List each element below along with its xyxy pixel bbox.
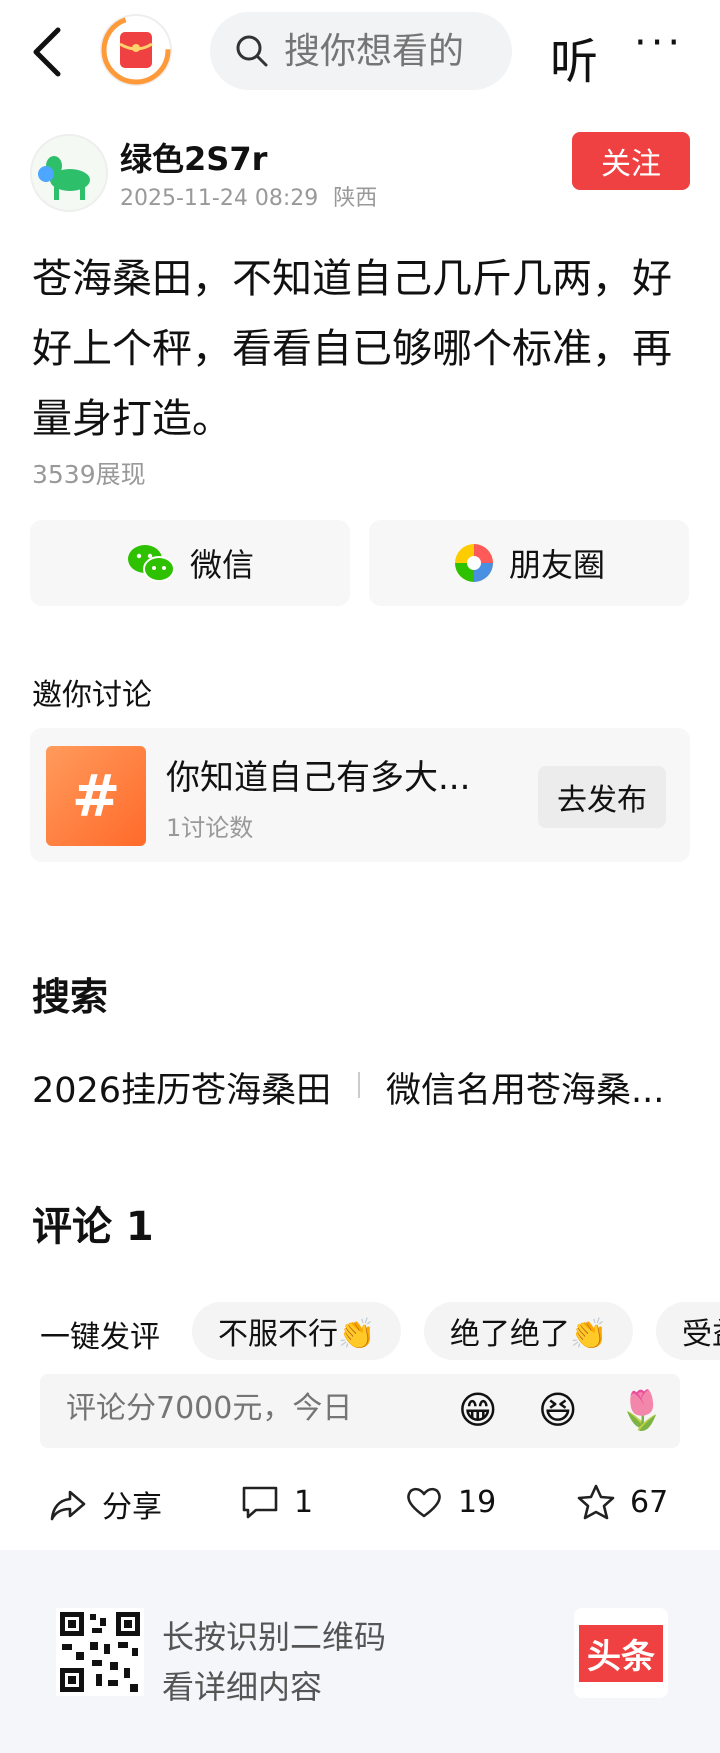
quick-comment-label: 一键发评	[40, 1320, 160, 1355]
comment-input[interactable]	[64, 1390, 388, 1427]
footer-line-1: 长按识别二维码	[162, 1618, 387, 1656]
divider	[358, 1072, 360, 1098]
search-input[interactable]	[282, 29, 486, 73]
post-meta: 2025-11-24 08:29 陕西	[120, 180, 377, 212]
horse-avatar-icon	[32, 136, 106, 210]
flower-emoji-button[interactable]: 🌷	[618, 1388, 665, 1433]
heart-icon	[407, 1487, 441, 1518]
listen-button[interactable]: 听	[550, 22, 598, 92]
topic-title: 你知道自己有多大...	[166, 758, 471, 798]
back-button[interactable]	[28, 22, 68, 82]
share-moments-button[interactable]: 朋友圈	[369, 520, 689, 606]
footer-line-2: 看详细内容	[162, 1668, 323, 1706]
quick-comment-row: 一键发评 不服不行👏 绝了绝了👏 受益	[0, 1302, 720, 1364]
search-icon	[236, 35, 268, 67]
discussion-section-label: 邀你讨论	[32, 678, 152, 713]
search-box[interactable]	[210, 12, 512, 90]
quick-comment-chip[interactable]: 绝了绝了👏	[424, 1302, 634, 1360]
qr-code-icon	[56, 1608, 144, 1696]
wechat-icon	[127, 545, 175, 582]
post-timestamp: 2025-11-24 08:29	[120, 186, 319, 211]
share-action-label: 分享	[102, 1490, 162, 1525]
chevron-left-icon	[33, 27, 61, 77]
star-icon	[577, 1484, 615, 1520]
laugh-emoji-button[interactable]: 😆	[538, 1388, 578, 1432]
quick-comment-chip[interactable]: 受益	[656, 1302, 720, 1360]
favorite-count: 67	[630, 1484, 669, 1520]
search-section-title: 搜索	[32, 975, 109, 1019]
comment-action-button[interactable]: 1	[240, 1482, 313, 1522]
comment-count: 1	[294, 1484, 314, 1520]
share-wechat-button[interactable]: 微信	[30, 520, 350, 606]
follow-button[interactable]: 关注	[572, 132, 690, 190]
author-name[interactable]: 绿色2S7r	[120, 134, 267, 180]
moments-label: 朋友圈	[508, 546, 605, 584]
avatar[interactable]	[30, 134, 108, 212]
toutiao-logo: 头条	[574, 1608, 668, 1698]
comment-icon	[242, 1486, 278, 1519]
share-action-button[interactable]: 分享	[48, 1482, 162, 1526]
grin-emoji-button[interactable]: 😁	[458, 1388, 498, 1432]
hashtag-icon: #	[46, 746, 146, 846]
quick-comment-chip[interactable]: 不服不行👏	[192, 1302, 402, 1360]
comments-title: 评论 1	[32, 1204, 154, 1250]
moments-icon	[454, 544, 493, 582]
topic-card[interactable]: # 你知道自己有多大... 1讨论数 去发布	[30, 728, 690, 862]
favorite-action-button[interactable]: 67	[576, 1482, 668, 1522]
view-count: 3539展现	[32, 460, 146, 489]
share-icon	[50, 1490, 86, 1521]
like-action-button[interactable]: 19	[404, 1482, 496, 1522]
like-count: 19	[458, 1484, 497, 1520]
search-suggestion[interactable]: 2026挂历苍海桑田	[32, 1062, 331, 1113]
footer-banner: 长按识别二维码 看详细内容 头条	[0, 1550, 720, 1753]
search-suggestion[interactable]: 微信名用苍海桑...	[386, 1062, 686, 1113]
red-packet-icon	[101, 15, 171, 85]
post-location: 陕西	[333, 186, 378, 211]
more-button[interactable]: ···	[634, 20, 684, 66]
publish-button[interactable]: 去发布	[538, 766, 666, 828]
topic-count: 1讨论数	[166, 814, 254, 842]
comment-input-box[interactable]: 😁 😆 🌷	[40, 1374, 680, 1448]
post-text: 苍海桑田，不知道自己几斤几两，好好上个秤，看看自已够哪个标准，再量身打造。	[32, 256, 672, 442]
toutiao-logo-text: 头条	[579, 1624, 663, 1682]
red-packet-button[interactable]	[100, 14, 172, 86]
wechat-label: 微信	[189, 546, 254, 584]
